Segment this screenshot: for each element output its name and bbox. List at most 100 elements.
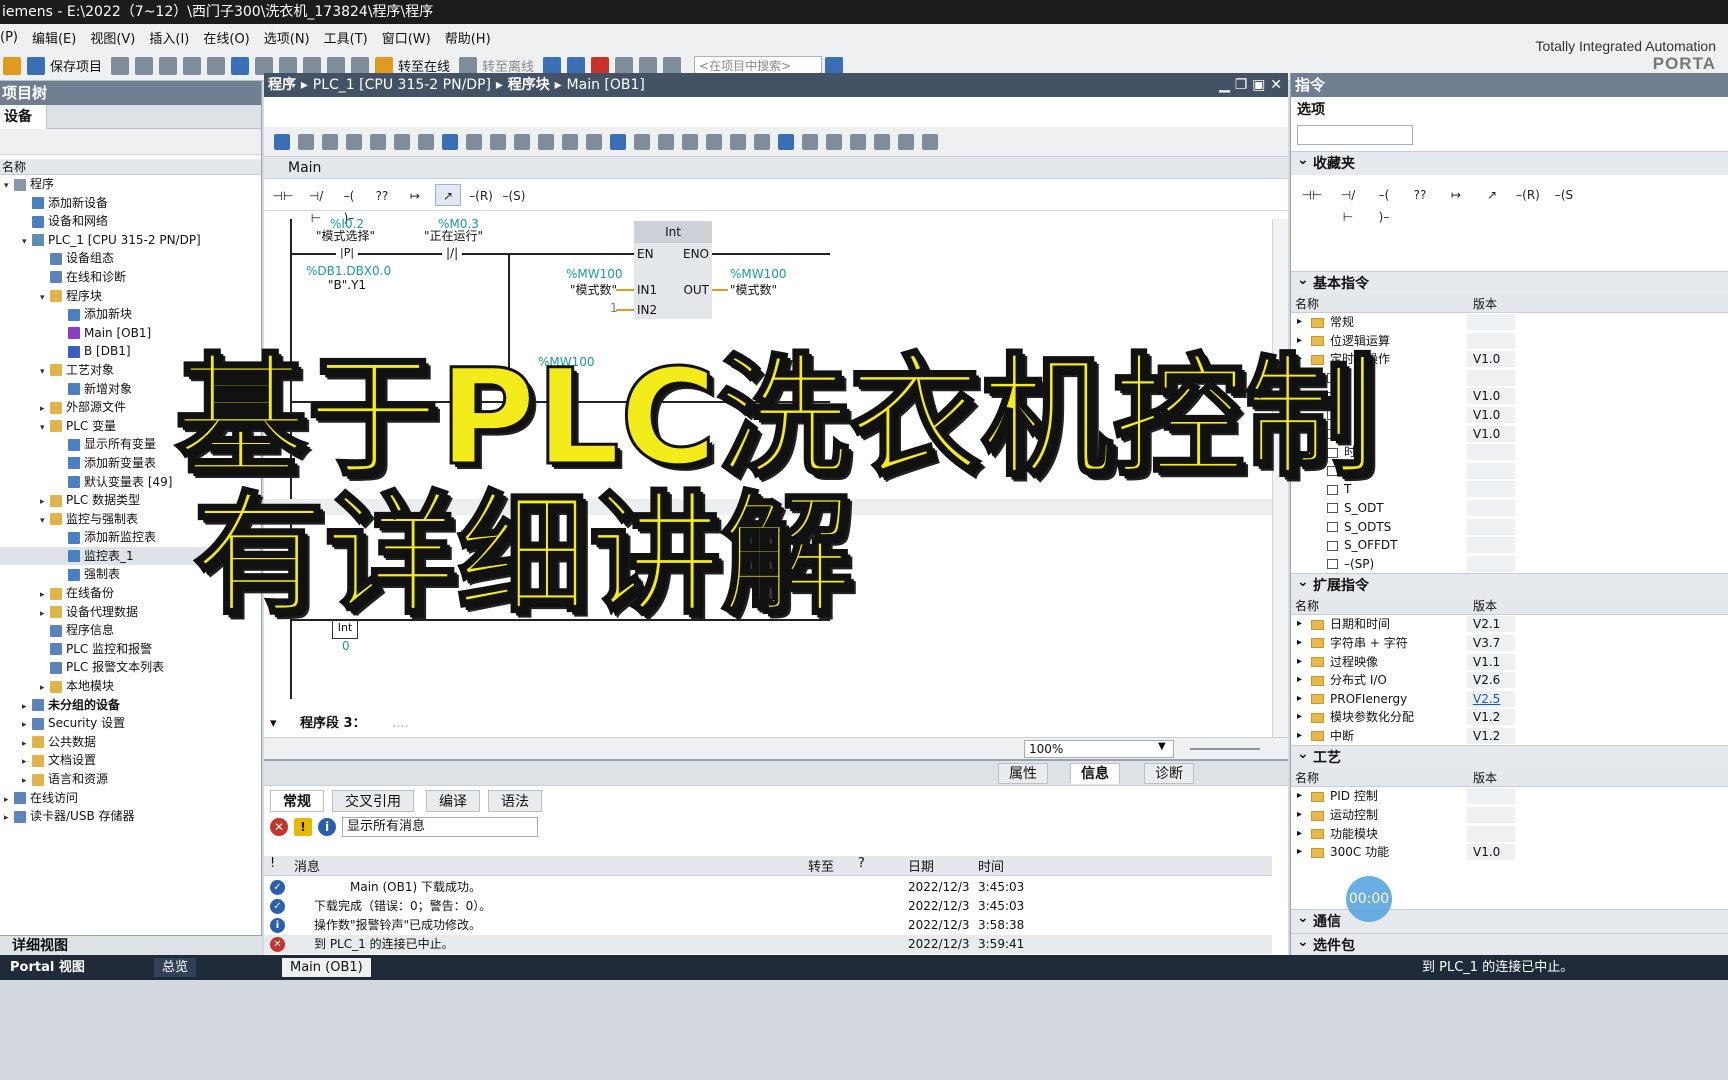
message-row[interactable]: ✕ 到 PLC_1 的连接已中止。 2022/12/3 3:59:41 xyxy=(264,935,1272,954)
instruction-row[interactable]: ▸ 模块参数化分配 V1.2 xyxy=(1291,708,1728,727)
editor-tool-icon[interactable] xyxy=(850,133,866,150)
tree-item[interactable]: ▸ Security 设置 xyxy=(0,714,261,733)
instruction-row[interactable]: T xyxy=(1291,480,1728,499)
expand-arrow-icon[interactable]: ▸ xyxy=(1297,690,1302,709)
ladder-element-button[interactable]: –(S) xyxy=(501,184,527,206)
portal-view-button[interactable]: Portal 视图 xyxy=(2,958,93,977)
download-icon[interactable] xyxy=(303,56,322,75)
technology-section[interactable]: 工艺 xyxy=(1291,742,1728,770)
expand-arrow-icon[interactable]: ▸ xyxy=(1297,806,1302,825)
editor-tool-icon[interactable] xyxy=(586,133,602,150)
network-3-comment[interactable]: .... xyxy=(392,716,409,731)
tree-item[interactable]: ▾ PLC 变量 xyxy=(0,417,261,436)
undo-icon[interactable] xyxy=(231,56,250,75)
menu-item-options[interactable]: 选项(N) xyxy=(264,28,310,47)
tree-item[interactable]: ▾ 程序 xyxy=(0,175,261,194)
out-operand[interactable]: "模式数" xyxy=(730,281,777,298)
tree-item[interactable]: ▾ 监控与强制表 xyxy=(0,510,261,529)
favorite-instruction-button[interactable]: –(S xyxy=(1551,183,1577,205)
favorite-instruction-button[interactable]: ↦ xyxy=(1443,183,1469,205)
expand-arrow-icon[interactable]: ▸ xyxy=(1297,708,1302,727)
editor-tool-icon[interactable] xyxy=(754,133,770,150)
menu-item-online[interactable]: 在线(O) xyxy=(203,28,249,47)
expand-arrow-icon[interactable]: ▸ xyxy=(1297,671,1302,690)
add-instruction-box[interactable]: Int EN ENO IN1 OUT IN2 xyxy=(634,221,712,319)
menu-item-edit[interactable]: 编辑(E) xyxy=(32,28,76,47)
tree-item[interactable]: ▸ 公共数据 xyxy=(0,733,261,752)
zoom-slider[interactable] xyxy=(1190,748,1260,750)
editor-tool-icon[interactable] xyxy=(874,133,890,150)
basic-instructions-section[interactable]: 基本指令 xyxy=(1291,268,1728,295)
expand-arrow-icon[interactable]: ▸ xyxy=(1297,615,1302,634)
instruction-row[interactable]: ▸ 字符串 + 字符 V3.7 xyxy=(1291,634,1728,653)
breadcrumb-3[interactable]: Main [OB1] xyxy=(567,77,645,93)
expand-arrow-icon[interactable]: ▸ xyxy=(1297,634,1302,653)
instruction-row[interactable]: ▸ 定时器操作 V1.0 xyxy=(1291,350,1728,369)
menu-item-help[interactable]: 帮助(H) xyxy=(445,28,491,47)
expand-arrow-icon[interactable]: ▸ xyxy=(1297,653,1302,672)
split-vertical-icon[interactable] xyxy=(663,56,682,75)
connection-status-message[interactable]: 到 PLC_1 的连接已中止。 xyxy=(1414,958,1581,977)
network-3-header[interactable]: ▾ 程序段 3： .... xyxy=(264,713,1272,735)
editor-tool-icon[interactable] xyxy=(898,133,914,150)
tree-item[interactable]: ▾ 程序块 xyxy=(0,287,261,306)
tree-item[interactable]: ▸ 本地模块 xyxy=(0,677,261,696)
tree-item[interactable]: B [DB1] xyxy=(0,342,261,361)
editor-scrollbar[interactable] xyxy=(1272,219,1288,737)
delete-icon[interactable] xyxy=(207,56,226,75)
instruction-row[interactable]: ▸ 中断 V1.2 xyxy=(1291,727,1728,746)
tree-item[interactable]: ▾ 工艺对象 xyxy=(0,361,261,380)
collapse-arrow-icon[interactable]: ▾ xyxy=(270,713,277,735)
editor-tool-icon[interactable] xyxy=(274,133,290,150)
editor-tool-icon[interactable] xyxy=(298,133,314,150)
detail-view-header[interactable]: 详细视图 xyxy=(0,935,262,955)
tab-properties[interactable]: 属性 xyxy=(998,763,1048,784)
instruction-search-input[interactable] xyxy=(1297,125,1413,145)
ladder-element-button[interactable]: ⊣/⊢ xyxy=(303,184,329,225)
favorites-section[interactable]: 收藏夹 xyxy=(1291,148,1728,175)
editor-tool-icon[interactable] xyxy=(826,133,842,150)
contact1-name[interactable]: "模式选择" xyxy=(316,227,375,244)
tree-item[interactable]: 监控表_1 xyxy=(0,546,261,566)
print-icon[interactable] xyxy=(111,56,130,75)
tree-item[interactable]: 程序信息 xyxy=(0,621,261,640)
start-cpu-icon[interactable] xyxy=(567,56,586,75)
instruction-row[interactable]: S_ODT xyxy=(1291,499,1728,518)
editor-tool-icon[interactable] xyxy=(394,133,410,150)
instruction-row[interactable]: –(SP) xyxy=(1291,555,1728,574)
copy-icon[interactable] xyxy=(159,56,178,75)
subtab-syntax[interactable]: 语法 xyxy=(488,790,542,812)
editor-tool-icon[interactable] xyxy=(658,133,674,150)
instruction-row[interactable]: 时器 xyxy=(1291,443,1728,462)
overview-tab[interactable]: 总览 xyxy=(154,958,197,977)
expand-arrow-icon[interactable]: ▸ xyxy=(1297,332,1302,351)
col-goto[interactable]: 转至 xyxy=(808,856,834,875)
main-ob1-tab[interactable]: Main (OB1) xyxy=(282,958,371,977)
editor-tool-icon[interactable] xyxy=(610,133,626,150)
editor-tool-icon[interactable] xyxy=(802,133,818,150)
tree-item[interactable]: Main [OB1] xyxy=(0,324,261,343)
tree-item[interactable]: 添加新设备 xyxy=(0,194,261,213)
editor-tool-icon[interactable] xyxy=(562,133,578,150)
instruction-row[interactable]: ▸ 日期和时间 V2.1 xyxy=(1291,615,1728,634)
message-row[interactable]: i 操作数"报警铃声"已成功修改。 2022/12/3 3:58:38 xyxy=(264,916,1272,935)
tree-item[interactable]: 在线和诊断 xyxy=(0,268,261,287)
editor-tool-icon[interactable] xyxy=(514,133,530,150)
subtab-compile[interactable]: 编译 xyxy=(426,790,480,812)
message-row[interactable]: ✓ 下载完成（错误：0；警告：0）。 2022/12/3 3:45:03 xyxy=(264,897,1272,916)
col-date[interactable]: 日期 xyxy=(908,856,934,875)
instruction-row[interactable]: ▸ 运动控制 xyxy=(1291,806,1728,825)
tree-item[interactable]: 强制表 xyxy=(0,565,261,584)
ladder-element-button[interactable]: ↗ xyxy=(435,183,461,206)
tab-info[interactable]: 信息 xyxy=(1070,763,1120,784)
editor-tool-icon[interactable] xyxy=(322,133,338,150)
tree-item[interactable]: 默认变量表 [49] xyxy=(0,473,261,492)
instruction-row[interactable]: ▸ 300C 功能 V1.0 xyxy=(1291,843,1728,862)
tree-item[interactable]: ▸ 语言和资源 xyxy=(0,770,261,789)
message-row[interactable]: ✓ Main (OB1) 下载成功。 2022/12/3 3:45:03 xyxy=(264,878,1272,897)
editor-tool-icon[interactable] xyxy=(682,133,698,150)
in2-operand[interactable]: 1 xyxy=(610,301,618,315)
instruction-version[interactable]: V2.5 xyxy=(1473,690,1500,709)
normally-closed-contact[interactable]: |/| xyxy=(442,246,463,260)
instruction-row[interactable]: ▸ 功能模块 xyxy=(1291,825,1728,844)
